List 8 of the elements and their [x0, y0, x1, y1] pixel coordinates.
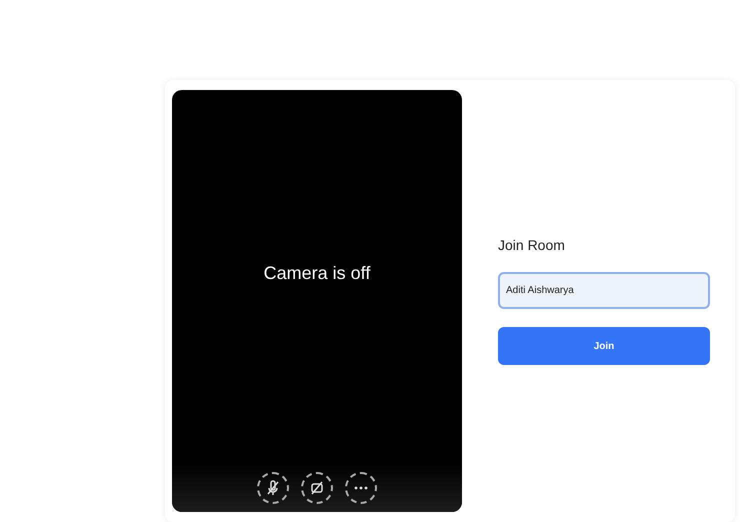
name-field[interactable]: Aditi Aishwarya: [498, 272, 710, 309]
microphone-button[interactable]: [257, 472, 289, 504]
more-button[interactable]: [345, 472, 377, 504]
more-icon: [354, 486, 368, 490]
camera-button[interactable]: [301, 472, 333, 504]
join-button[interactable]: Join: [498, 327, 710, 365]
camera-off-message: Camera is off: [264, 262, 370, 284]
join-title: Join Room: [498, 237, 566, 253]
